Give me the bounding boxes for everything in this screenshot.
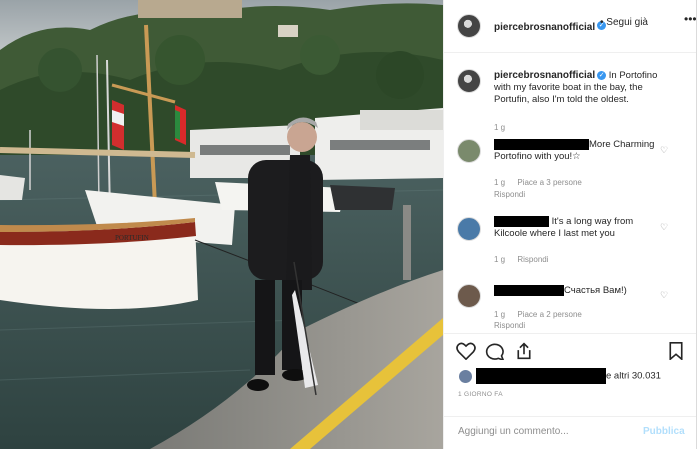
boat-name: PORTUFIN	[115, 234, 149, 242]
post-photo[interactable]: PORTUFIN	[0, 0, 443, 449]
username-link[interactable]: piercebrosnanofficial	[494, 22, 595, 33]
avatar[interactable]	[457, 139, 481, 163]
heart-icon[interactable]	[456, 342, 476, 360]
avatar	[458, 368, 473, 384]
avatar[interactable]	[457, 284, 481, 308]
caption-age: 1 g	[494, 123, 506, 132]
publish-button[interactable]: Pubblica	[643, 426, 685, 437]
comments-list[interactable]: piercebrosnanofficial ✓ In Portofino with…	[444, 53, 697, 332]
comment-text: Счастья Вам!)	[564, 285, 627, 297]
comment-age: 1 g	[494, 178, 506, 187]
comment-heart-icon[interactable]: ♡	[660, 222, 668, 233]
comment-age: 1 g	[494, 310, 506, 319]
post-header: piercebrosnanofficial ✓ • Segui già •••	[444, 0, 697, 53]
comment-heart-icon[interactable]: ♡	[660, 290, 668, 301]
redacted-likers	[476, 368, 606, 384]
avatar[interactable]	[457, 217, 481, 241]
following-button[interactable]: • Segui già	[600, 17, 648, 28]
avatar[interactable]	[457, 69, 481, 93]
post-date[interactable]: 1 GIORNO FA	[458, 391, 503, 398]
caption-username[interactable]: piercebrosnanofficial	[494, 70, 595, 81]
avatar[interactable]	[457, 14, 481, 38]
redacted-username	[494, 139, 589, 150]
post-sidebar: piercebrosnanofficial ✓ • Segui già ••• p…	[443, 0, 697, 449]
verified-icon: ✓	[597, 70, 607, 80]
comment-likes[interactable]: Piace a 3 persone	[517, 178, 582, 187]
likes-summary[interactable]: e altri 30.031	[458, 368, 693, 384]
action-bar: e altri 30.031 1 GIORNO FA	[444, 333, 697, 422]
save-icon[interactable]	[668, 342, 684, 360]
comment-likes[interactable]: Piace a 2 persone	[517, 310, 582, 319]
comment-heart-icon[interactable]: ♡	[660, 145, 668, 156]
more-options-icon[interactable]: •••	[684, 12, 697, 26]
likes-count: e altri 30.031	[606, 370, 661, 382]
add-comment-bar: Pubblica	[444, 416, 697, 450]
reply-button[interactable]: Rispondi	[517, 255, 548, 264]
comment-icon[interactable]	[485, 342, 505, 360]
redacted-username	[494, 285, 564, 296]
reply-button[interactable]: Rispondi	[494, 190, 525, 199]
reply-button[interactable]: Rispondi	[494, 321, 525, 330]
following-label: Segui già	[606, 17, 648, 28]
comment-input[interactable]	[458, 426, 628, 437]
comment-age: 1 g	[494, 255, 506, 264]
redacted-username	[494, 216, 549, 227]
share-icon[interactable]	[515, 342, 533, 360]
